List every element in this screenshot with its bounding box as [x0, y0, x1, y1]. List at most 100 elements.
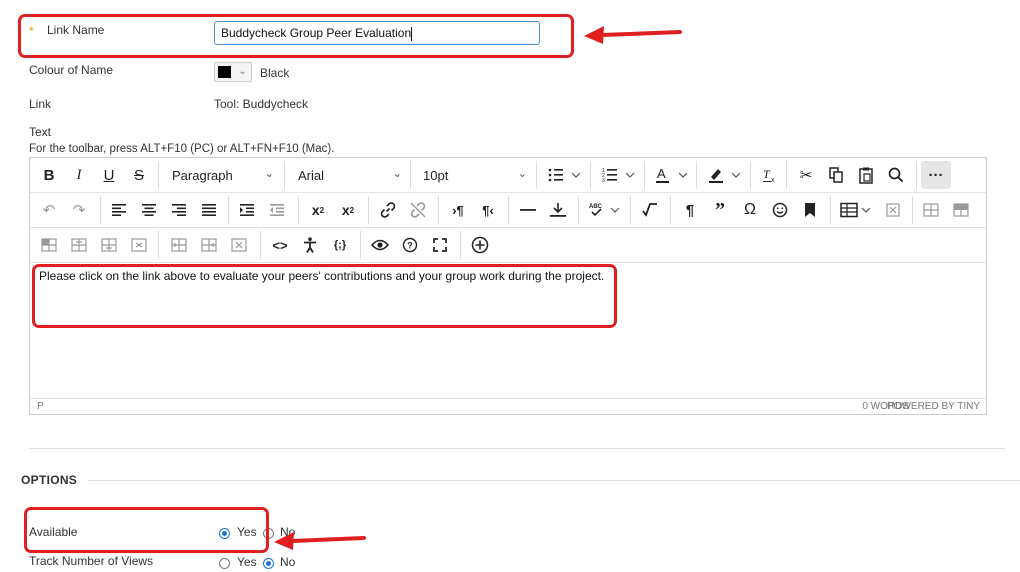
- separator: [696, 161, 697, 189]
- separator: [410, 161, 411, 189]
- block-format-select[interactable]: Paragraph ⌄: [164, 161, 280, 189]
- element-path[interactable]: P: [37, 401, 44, 412]
- svg-text:T: T: [763, 167, 771, 181]
- undo-icon[interactable]: ↶: [36, 196, 62, 224]
- separator: [158, 231, 159, 259]
- link-icon[interactable]: [374, 196, 402, 224]
- template-variables-icon[interactable]: {;}: [326, 231, 354, 259]
- table-insert-col-after-icon[interactable]: [196, 231, 222, 259]
- toolbar-hint: For the toolbar, press ALT+F10 (PC) or A…: [29, 143, 335, 155]
- search-icon[interactable]: [882, 161, 910, 189]
- separator: [750, 161, 751, 189]
- outdent-icon[interactable]: [264, 196, 290, 224]
- add-icon[interactable]: [466, 231, 494, 259]
- paste-icon[interactable]: [852, 161, 880, 189]
- delete-table-icon[interactable]: [880, 196, 906, 224]
- font-size-select[interactable]: 10pt ⌄: [415, 161, 533, 189]
- link-value: Tool: Buddycheck: [214, 97, 309, 111]
- separator: [536, 161, 537, 189]
- separator: [100, 196, 101, 224]
- powered-by-link[interactable]: POWERED BY TINY: [887, 401, 980, 412]
- separator: [590, 161, 591, 189]
- highlight-color-icon[interactable]: [702, 161, 748, 189]
- source-code-icon[interactable]: <>: [266, 231, 294, 259]
- paragraph-icon[interactable]: ¶: [676, 196, 704, 224]
- spellcheck-icon[interactable]: ABC: [584, 196, 626, 224]
- chevron-down-icon: ⌄: [517, 168, 527, 180]
- indent-icon[interactable]: [234, 196, 260, 224]
- horizontal-line-icon[interactable]: [514, 196, 542, 224]
- strikethrough-icon[interactable]: S: [126, 161, 152, 189]
- numbered-list-icon[interactable]: 123: [596, 161, 642, 189]
- separator: [368, 196, 369, 224]
- copy-icon[interactable]: [822, 161, 850, 189]
- svg-text:3: 3: [602, 178, 605, 183]
- separator: [578, 196, 579, 224]
- more-options-icon[interactable]: ···: [921, 161, 951, 189]
- track-views-yes-label: Yes: [237, 555, 257, 569]
- align-left-icon[interactable]: [106, 196, 132, 224]
- cut-icon[interactable]: ✂: [792, 161, 820, 189]
- special-character-icon[interactable]: Ω: [736, 196, 764, 224]
- colour-swatch: [218, 66, 231, 78]
- separator: [508, 196, 509, 224]
- separator: [912, 196, 913, 224]
- svg-text:x: x: [771, 177, 775, 183]
- text-label: Text: [29, 125, 52, 139]
- unlink-icon[interactable]: [404, 196, 432, 224]
- table-row-props-icon[interactable]: [918, 196, 944, 224]
- fullscreen-icon[interactable]: [426, 231, 454, 259]
- blockquote-icon[interactable]: ”: [706, 196, 734, 224]
- superscript-icon[interactable]: x2: [304, 196, 332, 224]
- bookmark-icon[interactable]: [796, 196, 824, 224]
- highlight-box-link-name: [18, 14, 574, 58]
- table-merge-cells-icon[interactable]: [36, 231, 62, 259]
- align-center-icon[interactable]: [136, 196, 162, 224]
- chevron-down-icon: ⌄: [392, 168, 402, 180]
- svg-text:A: A: [657, 166, 666, 181]
- preview-icon[interactable]: [366, 231, 394, 259]
- emoji-icon[interactable]: [766, 196, 794, 224]
- table-delete-col-icon[interactable]: [226, 231, 252, 259]
- separator: [260, 231, 261, 259]
- separator: [830, 196, 831, 224]
- block-format-value: Paragraph: [172, 167, 233, 183]
- bold-icon[interactable]: B: [36, 161, 62, 189]
- separator: [786, 161, 787, 189]
- track-views-yes-radio[interactable]: [219, 558, 230, 569]
- align-right-icon[interactable]: [166, 196, 192, 224]
- clear-formatting-icon[interactable]: Tx: [756, 161, 782, 189]
- table-insert-row-before-icon[interactable]: [66, 231, 92, 259]
- underline-icon[interactable]: U: [96, 161, 122, 189]
- track-views-no-label: No: [280, 555, 296, 569]
- subscript-icon[interactable]: x2: [334, 196, 362, 224]
- italic-icon[interactable]: I: [66, 161, 92, 189]
- options-heading-rule: [88, 480, 1020, 481]
- table-icon[interactable]: [836, 196, 876, 224]
- table-insert-row-after-icon[interactable]: [96, 231, 122, 259]
- colour-label: Colour of Name: [29, 63, 114, 77]
- math-icon[interactable]: [636, 196, 664, 224]
- track-views-no-radio[interactable]: [263, 558, 274, 569]
- separator: [670, 196, 671, 224]
- justify-icon[interactable]: [196, 196, 222, 224]
- editor-statusbar: P 0 WORDS POWERED BY TINY: [30, 398, 986, 415]
- help-icon[interactable]: ?: [396, 231, 424, 259]
- colour-picker[interactable]: ⌄: [214, 62, 252, 82]
- bullet-list-icon[interactable]: [542, 161, 588, 189]
- table-delete-row-icon[interactable]: [126, 231, 152, 259]
- text-color-icon[interactable]: A: [650, 161, 694, 189]
- table-cell-props-icon[interactable]: [948, 196, 974, 224]
- separator: [284, 161, 285, 189]
- ltr-icon[interactable]: ›¶: [444, 196, 472, 224]
- rtl-icon[interactable]: ¶‹: [474, 196, 502, 224]
- accessibility-icon[interactable]: [296, 231, 324, 259]
- separator: [916, 161, 917, 189]
- table-insert-col-before-icon[interactable]: [166, 231, 192, 259]
- separator: [228, 196, 229, 224]
- redo-icon[interactable]: ↷: [66, 196, 92, 224]
- highlight-box-available: [24, 507, 269, 553]
- insert-icon[interactable]: [544, 196, 572, 224]
- font-family-select[interactable]: Arial ⌄: [290, 161, 408, 189]
- font-size-value: 10pt: [423, 167, 449, 183]
